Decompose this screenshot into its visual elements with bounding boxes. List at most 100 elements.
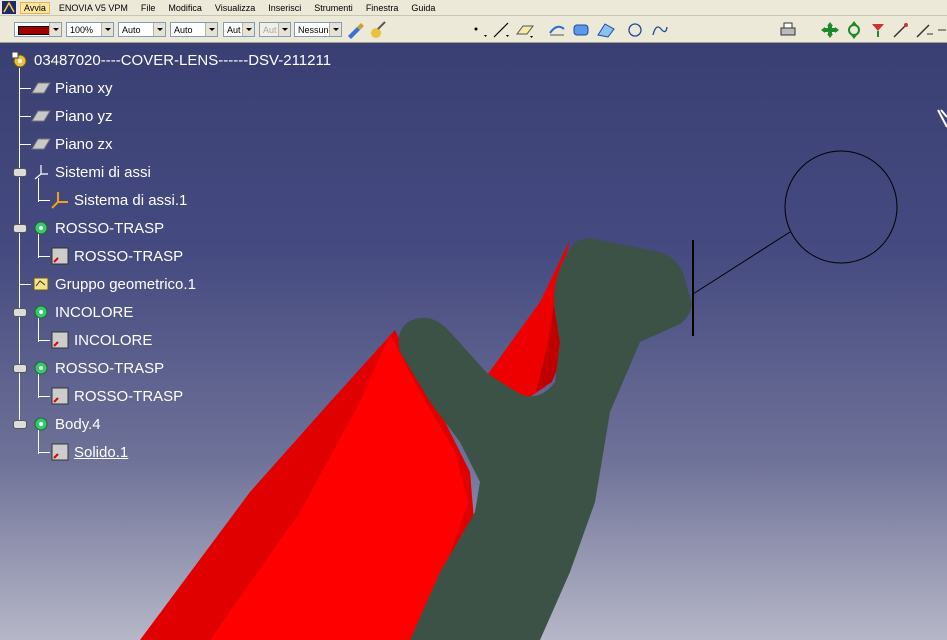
tree-label: Body.4 [55, 415, 101, 433]
thickness-combo[interactable]: Auto [170, 22, 218, 37]
tree-node-axis-systems[interactable]: Sistemi di assi [31, 162, 151, 182]
menu-strumenti[interactable]: Strumenti [314, 3, 353, 13]
zoom-value: 100% [70, 25, 94, 35]
color-combo[interactable] [14, 22, 62, 37]
tree-connector [38, 452, 50, 453]
solid-icon [50, 442, 70, 462]
printer-icon[interactable] [778, 21, 798, 39]
zoom-area-icon[interactable] [891, 21, 911, 39]
tree-node-body1[interactable]: ROSSO-TRASP [31, 218, 164, 238]
plane-icon[interactable] [515, 21, 535, 39]
tree-node-body4-solid[interactable]: Solido.1 [50, 442, 128, 462]
chevron-down-icon [278, 23, 290, 36]
axis-system-icon [50, 190, 70, 210]
chevron-down-icon[interactable] [49, 23, 61, 36]
menu-bar: Avvia ENOVIA V5 VPM File Modifica Visual… [0, 0, 947, 16]
normal-view-icon[interactable] [914, 21, 934, 39]
tree-label: Piano yz [55, 107, 113, 125]
tree-label: ROSSO-TRASP [55, 359, 165, 377]
tree-node-plane-xy[interactable]: Piano xy [31, 78, 113, 98]
render-style-value: Aut [263, 25, 277, 35]
tree-node-plane-zx[interactable]: Piano zx [31, 134, 113, 154]
compass-fragment[interactable] [937, 109, 947, 128]
thickness-value: Auto [174, 25, 193, 35]
part-icon [10, 50, 30, 70]
menu-guida[interactable]: Guida [411, 3, 435, 13]
expand-toggle[interactable] [13, 420, 27, 429]
linetype-value: Auto [122, 25, 141, 35]
expand-toggle[interactable] [13, 168, 27, 177]
fly-mode-icon[interactable] [868, 21, 888, 39]
specification-tree: 03487020----COVER-LENS------DSV-211211 P… [0, 48, 420, 468]
solid-icon [50, 386, 70, 406]
expand-toggle[interactable] [13, 308, 27, 317]
fill-surface-icon[interactable] [596, 21, 616, 39]
tree-label: ROSSO-TRASP [74, 247, 184, 265]
body-icon [31, 414, 51, 434]
tree-label: Sistema di assi.1 [74, 191, 188, 209]
chevron-down-icon[interactable] [205, 23, 217, 36]
solid-icon [50, 246, 70, 266]
annotation-circle[interactable] [784, 150, 898, 264]
point-icon[interactable] [470, 21, 490, 39]
line-icon[interactable] [492, 21, 512, 39]
tree-label: INCOLORE [74, 331, 153, 349]
tree-connector [19, 144, 31, 145]
tree-label: INCOLORE [55, 303, 134, 321]
tree-connector [38, 256, 50, 257]
tree-node-body4[interactable]: Body.4 [31, 414, 101, 434]
arrow-icon[interactable] [936, 21, 947, 39]
tree-label: Sistemi di assi [55, 163, 151, 181]
menu-enovia[interactable]: ENOVIA V5 VPM [59, 3, 128, 13]
geometrical-set-icon [31, 274, 51, 294]
solid-icon [50, 330, 70, 350]
tree-node-body1-solid[interactable]: ROSSO-TRASP [50, 246, 183, 266]
color-swatch [18, 26, 50, 35]
menu-avvia[interactable]: Avvia [20, 1, 50, 14]
chevron-down-icon[interactable] [329, 23, 341, 36]
tree-connector [38, 340, 50, 341]
tree-node-body3[interactable]: ROSSO-TRASP [31, 358, 164, 378]
tree-node-root[interactable]: 03487020----COVER-LENS------DSV-211211 [10, 50, 331, 70]
expand-toggle[interactable] [13, 364, 27, 373]
rotate-icon[interactable] [844, 21, 864, 39]
tree-label: Piano zx [55, 135, 113, 153]
catia-logo-icon[interactable] [2, 1, 16, 14]
extrude-icon[interactable] [547, 21, 567, 39]
expand-toggle[interactable] [13, 224, 27, 233]
tree-node-body2-solid[interactable]: INCOLORE [50, 330, 152, 350]
graphic-properties-toolbar: 100% Auto Auto Aut Aut Nessuno [0, 16, 947, 43]
plane-icon [31, 106, 51, 126]
chevron-down-icon[interactable] [101, 23, 113, 36]
painter-icon[interactable] [345, 21, 365, 39]
chevron-down-icon[interactable] [242, 23, 254, 36]
zoom-combo[interactable]: 100% [66, 22, 114, 37]
body-icon [31, 218, 51, 238]
tree-node-axis-system-1[interactable]: Sistema di assi.1 [50, 190, 187, 210]
tree-label: 03487020----COVER-LENS------DSV-211211 [34, 51, 332, 69]
tree-label: Piano xy [55, 79, 113, 97]
tree-node-body2[interactable]: INCOLORE [31, 302, 133, 322]
tree-node-body3-solid[interactable]: ROSSO-TRASP [50, 386, 183, 406]
body-icon [31, 302, 51, 322]
menu-visualizza[interactable]: Visualizza [215, 3, 255, 13]
point-symbol-combo[interactable]: Aut [223, 22, 255, 37]
pan-icon[interactable] [820, 21, 840, 39]
circle-icon[interactable] [626, 21, 646, 39]
sweep-icon[interactable] [571, 21, 591, 39]
body-icon [31, 358, 51, 378]
menu-modifica[interactable]: Modifica [168, 3, 202, 13]
tree-connector [19, 116, 31, 117]
layer-combo[interactable]: Nessuno [294, 22, 342, 37]
linetype-combo[interactable]: Auto [118, 22, 166, 37]
menu-finestra[interactable]: Finestra [366, 3, 399, 13]
spline-icon[interactable] [650, 21, 670, 39]
tree-node-geometric-set[interactable]: Gruppo geometrico.1 [31, 274, 196, 294]
menu-inserisci[interactable]: Inserisci [268, 3, 301, 13]
tree-label: Gruppo geometrico.1 [55, 275, 196, 293]
chevron-down-icon[interactable] [153, 23, 165, 36]
menu-file[interactable]: File [141, 3, 156, 13]
tree-node-plane-yz[interactable]: Piano yz [31, 106, 113, 126]
tree-label: ROSSO-TRASP [74, 387, 184, 405]
properties-brush-icon[interactable] [368, 21, 388, 39]
